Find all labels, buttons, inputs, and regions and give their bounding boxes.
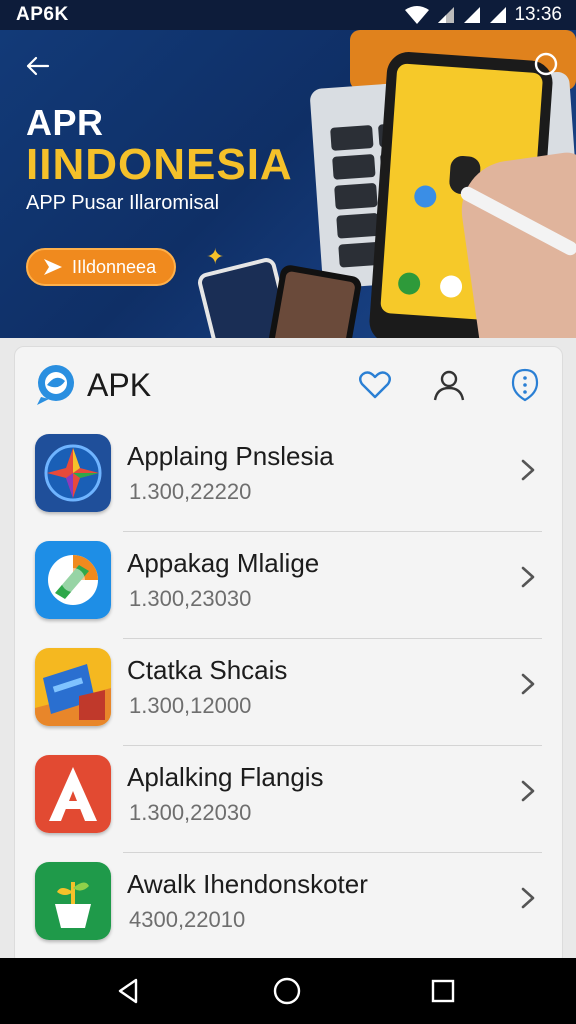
app-version: 1.300,12000	[129, 693, 252, 718]
app-title: Applaing Pnslesia	[127, 441, 334, 471]
play-icon	[44, 259, 62, 275]
chevron-right-icon	[521, 566, 535, 588]
chevron-right-icon	[521, 459, 535, 481]
plant-icon	[35, 862, 111, 940]
app-title: Awalk Ihendonskoter	[127, 869, 368, 899]
apk-logo-icon	[37, 365, 74, 405]
compass-star-icon	[35, 434, 111, 512]
app-list-item[interactable]: Appakag Mlalige 1.300,23030	[15, 532, 562, 639]
banner-cta-button[interactable]: IIldonneea	[26, 248, 176, 286]
banner-cta-label: IIldonneea	[72, 256, 157, 277]
banner-subtitle: APP Pusar Illaromisal	[26, 192, 220, 214]
circle-arrow-icon	[35, 541, 111, 619]
home-circle-icon[interactable]	[270, 974, 304, 1008]
banner-headline: IINDONESIA	[26, 140, 293, 189]
chevron-right-icon	[521, 887, 535, 909]
app-version: 4300,22010	[129, 907, 246, 932]
status-time: 13:36	[514, 4, 562, 25]
status-carrier-label: AP6K	[16, 4, 69, 25]
back-arrow-icon[interactable]	[22, 50, 54, 82]
sparkle-icon: ✦	[206, 244, 225, 269]
app-title: Appakag Mlalige	[127, 548, 320, 578]
signal-icon	[438, 7, 455, 23]
back-triangle-icon[interactable]	[112, 974, 146, 1008]
app-list: Applaing Pnslesia 1.300,22220 Appakag Ml…	[15, 425, 562, 960]
user-icon[interactable]	[431, 367, 467, 403]
circle-menu-icon[interactable]	[532, 50, 560, 78]
app-version: 1.300,22030	[129, 800, 252, 825]
app-list-card: APK Applaing Pnslesia 1.300,22220 Appaka…	[14, 346, 563, 966]
app-list-item[interactable]: Ctatka Shcais 1.300,12000	[15, 639, 562, 746]
chevron-right-icon	[521, 673, 535, 695]
app-list-item[interactable]: Applaing Pnslesia 1.300,22220	[15, 425, 562, 532]
tag-icon	[35, 648, 111, 726]
app-list-item[interactable]: Awalk Ihendonskoter 4300,22010	[15, 853, 562, 960]
heart-icon[interactable]	[357, 367, 393, 403]
banner-title: APR	[26, 102, 104, 143]
app-name: APK	[87, 367, 152, 403]
more-info-icon[interactable]	[507, 367, 543, 403]
chevron-right-icon	[521, 780, 535, 802]
app-title: Ctatka Shcais	[127, 655, 288, 685]
status-icons: 13:36	[404, 4, 562, 26]
app-version: 1.300,22220	[129, 479, 252, 504]
letter-a-icon	[35, 755, 111, 833]
system-nav-bar	[0, 958, 576, 1024]
promo-banner[interactable]: APR IINDONESIA APP Pusar Illaromisal IIl…	[0, 30, 576, 338]
app-title: Aplalking Flangis	[127, 762, 324, 792]
app-header: APK	[15, 347, 562, 425]
status-bar: AP6K 13:36	[0, 0, 576, 30]
signal-icon-2	[464, 7, 481, 23]
app-list-item[interactable]: Aplalking Flangis 1.300,22030	[15, 746, 562, 853]
battery-icon	[490, 7, 507, 23]
wifi-icon	[405, 6, 430, 24]
recents-square-icon[interactable]	[426, 974, 460, 1008]
app-version: 1.300,23030	[129, 586, 252, 611]
